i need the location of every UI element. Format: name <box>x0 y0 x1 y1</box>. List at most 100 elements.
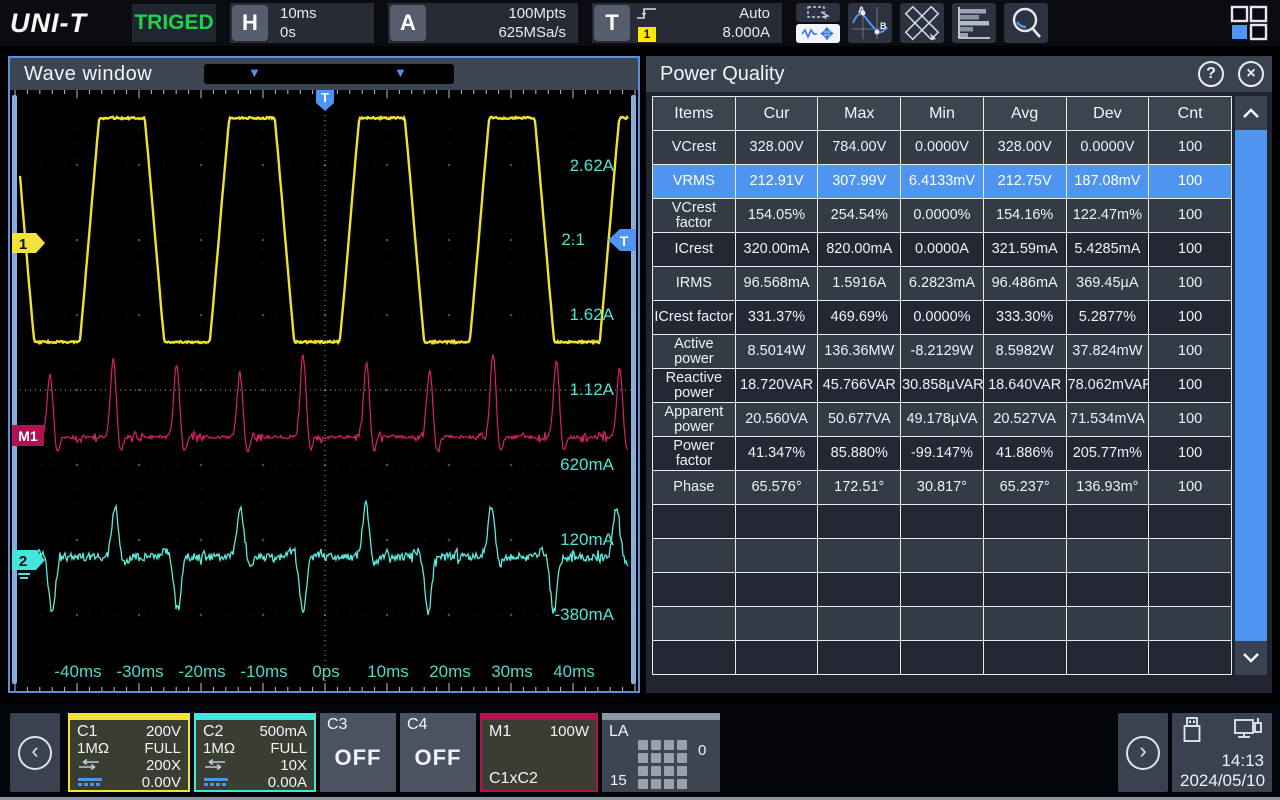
m1-scale: 100W <box>550 723 589 740</box>
table-cell <box>901 641 984 675</box>
c2-scale: 500mA <box>259 723 307 740</box>
table-cell <box>983 505 1066 539</box>
math-m1-marker[interactable]: M1 <box>12 425 44 446</box>
table-row[interactable]: Active power8.5014W136.36MW-8.2129W8.598… <box>653 335 1232 369</box>
table-row[interactable]: ICrest factor331.37%469.69%0.0000%333.30… <box>653 301 1232 335</box>
c1-impedance: 1MΩ <box>77 740 109 757</box>
la-bit-square <box>677 779 687 789</box>
table-cell <box>735 641 818 675</box>
ab-curve-button[interactable]: A B <box>848 3 892 43</box>
y-axis-label: 120mA <box>10 530 614 550</box>
table-cell: 154.05% <box>735 199 818 233</box>
table-cell: 321.59mA <box>983 233 1066 267</box>
table-row[interactable] <box>653 539 1232 573</box>
la-id: LA <box>609 723 629 741</box>
window-layout-button[interactable] <box>1230 5 1268 41</box>
table-row[interactable] <box>653 505 1232 539</box>
x-axis-label: 40ms <box>542 662 606 682</box>
table-cell <box>1066 505 1149 539</box>
horizontal-settings-block[interactable]: H 10ms 0s <box>230 3 374 43</box>
table-cell: 172.51° <box>818 471 901 505</box>
table-row[interactable]: IRMS96.568mA1.5916A6.2823mA96.486mA369.4… <box>653 267 1232 301</box>
power-quality-table: ItemsCurMaxMinAvgDevCntVCrest328.00V784.… <box>652 96 1232 675</box>
next-channels-button[interactable]: › <box>1118 713 1168 792</box>
table-cell: 6.2823mA <box>901 267 984 301</box>
table-cell <box>901 573 984 607</box>
table-row[interactable]: VRMS212.91V307.99V6.4133mV212.75V187.08m… <box>653 165 1232 199</box>
table-cell: 0.0000V <box>901 131 984 165</box>
table-cell: 5.2877% <box>1066 301 1149 335</box>
table-cell <box>653 641 736 675</box>
table-row[interactable] <box>653 573 1232 607</box>
wave-zoom-bar[interactable]: ▼ ▼ <box>204 64 454 84</box>
help-button[interactable]: ? <box>1198 61 1224 87</box>
channel-c1-tile[interactable]: C1200V 1MΩFULL 200X 0.00V <box>68 713 190 792</box>
waveform-plot[interactable]: TT1M12 2.62A2.11.62A1.12A620mA120mA-380m… <box>10 90 638 691</box>
zoom-left-handle[interactable]: ▼ <box>248 65 261 80</box>
table-cell <box>735 539 818 573</box>
wave-window-header[interactable]: Wave window ▼ ▼ <box>10 58 638 90</box>
column-header: Avg <box>983 97 1066 131</box>
la-bit-square <box>664 779 674 789</box>
close-button[interactable]: × <box>1238 61 1264 87</box>
top-status-bar: UNI-T TRIGED H 10ms 0s A 100Mpts 625MSa/… <box>0 0 1280 46</box>
table-row[interactable] <box>653 641 1232 675</box>
trigger-level-marker[interactable]: T <box>608 229 636 251</box>
acquire-settings-block[interactable]: A 100Mpts 625MSa/s <box>388 3 578 43</box>
logic-analyzer-tile[interactable]: LA 0 15 <box>602 713 720 792</box>
channel-c2-tile[interactable]: C2500mA 1MΩFULL 10X 0.00A <box>194 713 316 792</box>
table-cell <box>818 607 901 641</box>
system-status-tile[interactable]: 14:13 2024/05/10 <box>1172 713 1272 792</box>
date: 2024/05/10 <box>1180 771 1264 791</box>
measure-rulers-button[interactable] <box>900 3 944 43</box>
la-bit-square <box>651 779 661 789</box>
table-row[interactable]: Power factor41.347%85.880%-99.147%41.886… <box>653 437 1232 471</box>
table-row[interactable]: Apparent power20.560VA50.677VA49.178µVA2… <box>653 403 1232 437</box>
table-cell: 333.30% <box>983 301 1066 335</box>
channel-c4-tile[interactable]: C4 OFF <box>400 713 476 792</box>
table-row[interactable]: Reactive power18.720VAR45.766VAR30.858µV… <box>653 369 1232 403</box>
la-high-count: 0 <box>698 742 706 759</box>
math-m1-tile[interactable]: M1100W C1xC2 <box>480 713 598 792</box>
wave-window-title: Wave window <box>10 63 152 86</box>
x-axis-label: -10ms <box>232 662 296 682</box>
table-cell: 100 <box>1149 267 1232 301</box>
prev-channels-button[interactable]: ‹ <box>10 713 60 792</box>
table-cell <box>983 641 1066 675</box>
svg-text:B: B <box>880 21 887 31</box>
lan-icon <box>1234 717 1262 748</box>
table-cell: 8.5014W <box>735 335 818 369</box>
dc-coupling-icon <box>77 774 103 791</box>
table-row[interactable]: Phase65.576°172.51°30.817°65.237°136.93m… <box>653 471 1232 505</box>
table-cell: 122.47m% <box>1066 199 1149 233</box>
select-region-button[interactable] <box>796 3 840 22</box>
c2-impedance: 1MΩ <box>203 740 235 757</box>
table-cell <box>1066 573 1149 607</box>
table-row[interactable]: VCrest328.00V784.00V0.0000V328.00V0.0000… <box>653 131 1232 165</box>
la-bit-square <box>651 740 661 750</box>
scrollbar-thumb[interactable] <box>1235 130 1267 641</box>
search-button[interactable] <box>1004 3 1048 43</box>
column-header: Dev <box>1066 97 1149 131</box>
c3-id: C3 <box>327 716 347 734</box>
trigger-settings-block[interactable]: T 1 Auto 8.000A <box>592 3 782 43</box>
table-cell: 71.534mVA <box>1066 403 1149 437</box>
acquire-label: A <box>390 5 426 41</box>
table-cell: 307.99V <box>818 165 901 199</box>
table-row[interactable]: VCrest factor154.05%254.54%0.0000%154.16… <box>653 199 1232 233</box>
table-row[interactable]: ICrest320.00mA820.00mA0.0000A321.59mA5.4… <box>653 233 1232 267</box>
scroll-up-button[interactable] <box>1235 96 1267 130</box>
table-row[interactable] <box>653 607 1232 641</box>
wave-move-button[interactable] <box>796 24 840 43</box>
memory-depth: 100Mpts <box>508 5 566 22</box>
power-quality-header[interactable]: Power Quality ? × <box>646 56 1272 92</box>
table-cell: 37.824mW <box>1066 335 1149 369</box>
scroll-down-button[interactable] <box>1235 641 1267 675</box>
zoom-right-handle[interactable]: ▼ <box>394 65 407 80</box>
histogram-button[interactable] <box>952 3 996 43</box>
usb-icon <box>1182 717 1202 748</box>
trigger-position-marker[interactable]: T <box>316 90 334 111</box>
channel-c3-tile[interactable]: C3 OFF <box>320 713 396 792</box>
table-cell <box>901 607 984 641</box>
table-cell <box>818 573 901 607</box>
